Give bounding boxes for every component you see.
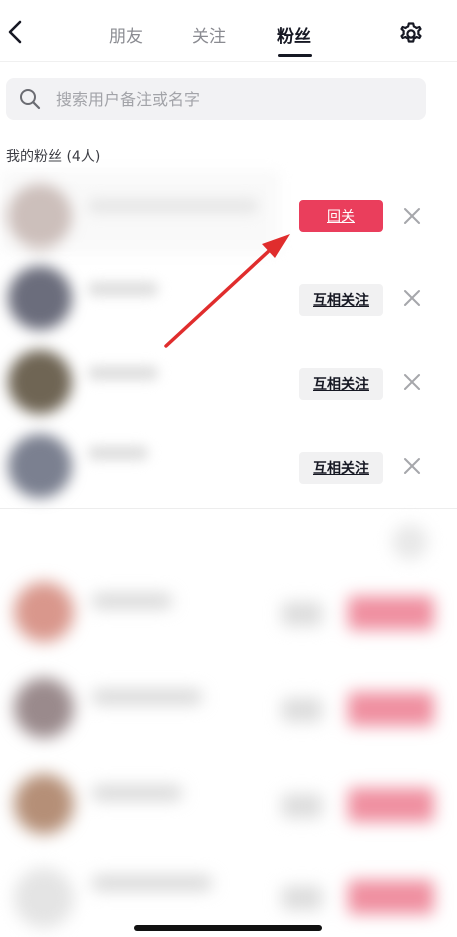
avatar	[8, 350, 72, 414]
blurred-username	[88, 366, 158, 380]
search-bar[interactable]	[6, 78, 426, 120]
avatar	[14, 868, 74, 928]
search-input[interactable]	[56, 78, 416, 120]
tab-friends[interactable]: 朋友	[109, 22, 143, 47]
fan-row[interactable]: 互相关注	[0, 252, 457, 336]
avatar	[14, 774, 74, 834]
blurred-button	[282, 602, 322, 626]
home-indicator[interactable]	[134, 925, 322, 931]
close-icon[interactable]	[402, 372, 422, 392]
top-nav-bar: 朋友 关注 粉丝	[0, 0, 457, 62]
mutual-follow-button[interactable]: 互相关注	[299, 284, 383, 316]
blurred-button	[348, 788, 434, 822]
chevron-left-icon	[8, 20, 22, 44]
mutual-follow-button[interactable]: 互相关注	[299, 452, 383, 484]
avatar	[8, 266, 72, 330]
avatar	[14, 582, 74, 642]
avatar	[14, 678, 74, 738]
blurred-username	[88, 446, 148, 460]
fan-row[interactable]: 回关	[0, 170, 457, 254]
blurred-button	[348, 880, 434, 914]
blurred-overlay	[0, 170, 280, 254]
blurred-icon	[392, 524, 428, 560]
fan-row[interactable]: 互相关注	[0, 336, 457, 420]
blurred-username	[92, 690, 202, 704]
mutual-follow-button[interactable]: 互相关注	[299, 368, 383, 400]
gear-icon	[400, 22, 422, 43]
blurred-username	[92, 876, 212, 890]
active-tab-indicator	[278, 54, 312, 57]
avatar	[8, 434, 72, 498]
blurred-button	[282, 698, 322, 722]
close-icon[interactable]	[402, 456, 422, 476]
tab-fans[interactable]: 粉丝	[277, 22, 311, 47]
section-divider	[0, 508, 457, 509]
blurred-recommendations	[0, 510, 457, 928]
blurred-button	[282, 794, 322, 818]
settings-button[interactable]	[396, 18, 426, 48]
follow-back-button[interactable]: 回关	[299, 200, 383, 232]
blurred-button	[348, 596, 434, 630]
tab-following[interactable]: 关注	[192, 22, 226, 47]
search-icon	[20, 89, 41, 110]
fan-row[interactable]: 互相关注	[0, 420, 457, 504]
blurred-username	[92, 594, 172, 608]
close-icon[interactable]	[402, 288, 422, 308]
fans-count-title: 我的粉丝 (4人)	[6, 149, 101, 165]
blurred-button	[282, 886, 322, 910]
back-button[interactable]	[4, 16, 28, 48]
blurred-username	[92, 786, 182, 800]
blurred-username	[88, 282, 158, 296]
blurred-button	[348, 692, 434, 726]
close-icon[interactable]	[402, 206, 422, 226]
